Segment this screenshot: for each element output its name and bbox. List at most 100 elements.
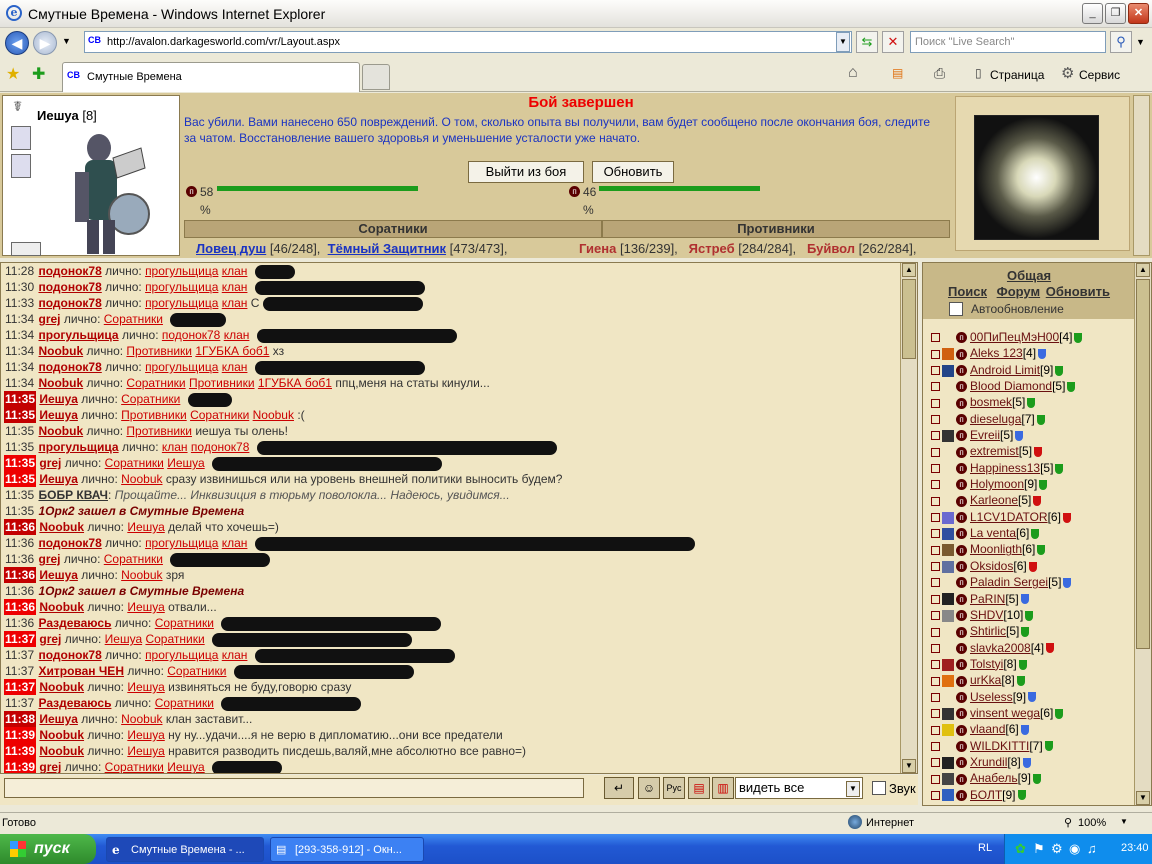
user-info-icon[interactable]: п	[956, 675, 967, 687]
user-info-icon[interactable]: п	[956, 365, 967, 377]
chat-sender[interactable]: подонок78	[38, 648, 101, 662]
user-info-icon[interactable]: п	[956, 397, 967, 409]
volume-icon[interactable]: ♫	[1087, 841, 1097, 856]
user-name[interactable]: Moonligth	[970, 542, 1022, 556]
user-info-icon[interactable]: п	[956, 593, 967, 605]
chat-recipient-link[interactable]: 1ГУБКА боб1	[195, 344, 269, 358]
address-dropdown-icon[interactable]: ▼	[836, 32, 850, 52]
user-checkbox[interactable]	[931, 790, 940, 800]
zoom-icon[interactable]: ⚲	[1064, 816, 1072, 829]
character-name[interactable]: Иешуа	[37, 108, 79, 123]
chat-recipient-link[interactable]: клан	[222, 648, 248, 662]
chat-recipient-link[interactable]: Соратники	[167, 664, 226, 678]
ally-name[interactable]: Ловец душ	[196, 241, 266, 256]
user-checkbox[interactable]	[931, 496, 940, 506]
chat-recipient-link[interactable]: клан	[222, 280, 248, 294]
user-checkbox[interactable]	[931, 447, 940, 457]
user-info-icon[interactable]: п	[956, 348, 967, 360]
chat-recipient-link[interactable]: прогульщица	[145, 264, 218, 278]
potion-slot-icon[interactable]	[11, 154, 31, 178]
chat-recipient-link[interactable]: Противники	[121, 408, 187, 422]
chat-filter-select[interactable]: видеть все ▼	[735, 777, 863, 799]
user-checkbox[interactable]	[931, 676, 940, 686]
refresh-link[interactable]: Обновить	[1046, 284, 1110, 299]
chat-recipient-link[interactable]: Соратники	[104, 552, 163, 566]
chat-recipient-link[interactable]: прогульщица	[145, 280, 218, 294]
user-row[interactable]: п Blood Diamond[5]	[927, 378, 1133, 394]
chat-recipient-link[interactable]: клан	[222, 264, 248, 278]
chat-recipient-link[interactable]: клан	[224, 328, 250, 342]
user-checkbox[interactable]	[931, 611, 940, 621]
sound-checkbox[interactable]	[872, 781, 886, 795]
new-tab-button[interactable]	[362, 64, 390, 90]
user-info-icon[interactable]: п	[956, 708, 967, 720]
chat-recipient-link[interactable]: Иешуа	[167, 456, 204, 470]
send-enter-icon[interactable]: ↵	[604, 777, 634, 799]
user-row[interactable]: п Happiness13[5]	[927, 460, 1133, 476]
user-row[interactable]: п L1CV1DATOR[6]	[927, 509, 1133, 525]
chat-recipient-link[interactable]: Соратники	[190, 408, 249, 422]
users-scroll-thumb[interactable]	[1136, 279, 1150, 649]
tray-app-icon[interactable]: ⚑	[1033, 841, 1045, 857]
back-button[interactable]: ◀	[5, 31, 29, 55]
user-checkbox[interactable]	[931, 578, 940, 588]
refresh-battle-button[interactable]: Обновить	[592, 161, 674, 183]
chat-recipient-link[interactable]: Противники	[126, 424, 192, 438]
user-name[interactable]: Karleone	[970, 493, 1018, 507]
chat-message-input[interactable]	[4, 778, 584, 798]
character-avatar[interactable]	[53, 128, 153, 256]
icq-flower-icon[interactable]: ✿	[1015, 841, 1026, 857]
close-button[interactable]: ✕	[1128, 3, 1149, 24]
chat-recipient-link[interactable]: клан	[162, 440, 188, 454]
user-info-icon[interactable]: п	[956, 332, 967, 344]
zoom-level[interactable]: 100%	[1078, 817, 1106, 829]
user-row[interactable]: п Tolstyi[8]	[927, 656, 1133, 672]
chat-recipient-link[interactable]: Иешуа	[127, 728, 164, 742]
minimize-button[interactable]: _	[1082, 3, 1103, 24]
user-info-icon[interactable]: п	[956, 446, 967, 458]
user-row[interactable]: п БОЛТ[9]	[927, 787, 1133, 803]
history-dropdown-icon[interactable]: ▼	[62, 36, 71, 46]
user-checkbox[interactable]	[931, 333, 940, 343]
chat-recipient-link[interactable]: Иешуа	[105, 632, 142, 646]
user-row[interactable]: п Android Limit[9]	[927, 362, 1133, 378]
user-row[interactable]: п Holymoon[9]	[927, 476, 1133, 492]
chat-sender[interactable]: Noobuk	[39, 744, 84, 758]
chat-recipient-link[interactable]: Иешуа	[127, 520, 164, 534]
start-button[interactable]: пуск	[0, 834, 96, 864]
scroll-down-icon[interactable]: ▼	[902, 759, 916, 773]
user-row[interactable]: п Xrundil[8]	[927, 754, 1133, 770]
forum-link[interactable]: Форум	[997, 284, 1040, 299]
stop-icon[interactable]: ✕	[882, 31, 904, 53]
user-name[interactable]: vlaand	[970, 722, 1005, 736]
user-row[interactable]: п Karleone[5]	[927, 492, 1133, 508]
user-checkbox[interactable]	[931, 513, 940, 523]
user-row[interactable]: п extremist[5]	[927, 443, 1133, 459]
user-info-icon[interactable]: п	[956, 430, 967, 442]
user-info-icon[interactable]: п	[956, 544, 967, 556]
user-name[interactable]: Oksidos	[970, 559, 1013, 573]
chat-sender[interactable]: Хитрован ЧЕН	[38, 664, 124, 678]
users-scroll-up-icon[interactable]: ▲	[1136, 263, 1150, 277]
chat-sender[interactable]: Noobuk	[39, 520, 84, 534]
user-name[interactable]: Useless	[970, 690, 1013, 704]
clear-chat-icon[interactable]: ▤	[688, 777, 710, 799]
ally-name[interactable]: Тёмный Защитник	[328, 241, 446, 256]
page-menu[interactable]: Страница	[990, 68, 1044, 82]
user-checkbox[interactable]	[931, 398, 940, 408]
equipment-slot-icon[interactable]	[11, 126, 31, 150]
language-indicator[interactable]: RL	[978, 842, 992, 854]
user-row[interactable]: п 00ПиПецМэН00[4]	[927, 329, 1133, 345]
chevron-down-icon[interactable]: ▼	[846, 781, 860, 797]
user-name[interactable]: dieseluga	[970, 412, 1021, 426]
chat-sender[interactable]: Noobuk	[39, 728, 84, 742]
address-input[interactable]: CB http://avalon.darkagesworld.com/vr/Lay…	[84, 31, 852, 53]
home-icon[interactable]: ⌂	[848, 64, 858, 82]
user-checkbox[interactable]	[931, 480, 940, 490]
search-input[interactable]: Поиск "Live Search"	[910, 31, 1106, 53]
user-checkbox[interactable]	[931, 709, 940, 719]
user-checkbox[interactable]	[931, 643, 940, 653]
chat-recipient-link[interactable]: Иешуа	[127, 744, 164, 758]
chat-sender[interactable]: Иешуа	[39, 472, 78, 486]
chat-sender[interactable]: Иешуа	[39, 392, 78, 406]
